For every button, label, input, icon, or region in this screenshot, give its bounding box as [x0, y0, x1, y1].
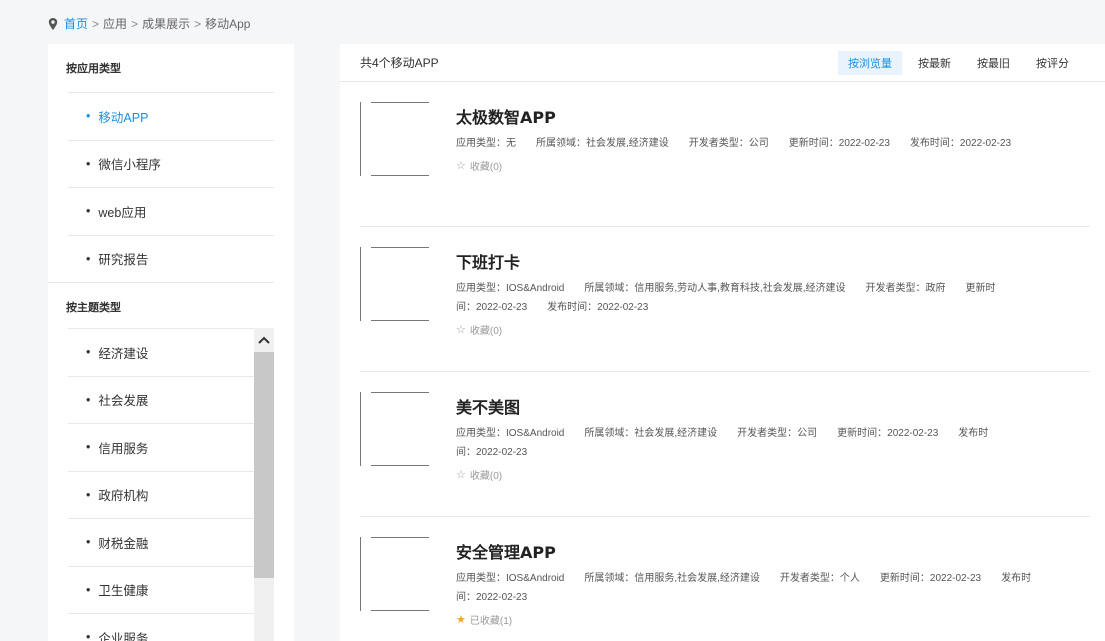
sort-options: 按浏览量 按最新 按最旧 按评分 — [838, 51, 1079, 75]
app-title-link[interactable]: 太极数智APP — [456, 104, 1086, 128]
app-meta-line: 应用类型：IOS&Android 所属领域：信用服务,社会发展,经济建设 开发者… — [456, 573, 1032, 584]
sort-by-rating-button[interactable]: 按评分 — [1026, 51, 1079, 75]
app-meta-line: 应用类型：IOS&Android 所属领域：信用服务,劳动人事,教育科技,社会发… — [456, 283, 996, 294]
favorite-button[interactable]: ☆ 收藏(0) — [456, 158, 1086, 173]
breadcrumb: 首页 > 应用 > 成果展示 > 移动App — [48, 15, 250, 32]
sort-by-views-button[interactable]: 按浏览量 — [838, 51, 902, 75]
breadcrumb-separator: > — [92, 16, 100, 31]
theme-list-scrollbar[interactable] — [254, 328, 274, 641]
bullet: • — [86, 251, 91, 266]
sidebar-item-mini-program[interactable]: • 微信小程序 — [68, 139, 274, 188]
sort-by-newest-button[interactable]: 按最新 — [908, 51, 961, 75]
app-meta-line: 间：2022-02-23 — [456, 447, 528, 458]
list-item: 太极数智APP 应用类型：无 所属领域：社会发展,经济建设 开发者类型：公司 更… — [360, 82, 1090, 227]
sidebar-item-label: 经济建设 — [98, 346, 149, 361]
favorite-button[interactable]: ☆ 收藏(0) — [456, 467, 1086, 482]
app-meta-line: 间：2022-02-23 — [456, 592, 528, 603]
sidebar-item-label: 移动APP — [98, 110, 149, 125]
app-thumbnail[interactable] — [360, 247, 430, 321]
bullet: • — [86, 535, 91, 550]
app-meta-line: 应用类型：无 所属领域：社会发展,经济建设 开发者类型：公司 更新时间：2022… — [456, 138, 1012, 149]
app-meta: 应用类型：IOS&Android 所属领域：信用服务,劳动人事,教育科技,社会发… — [456, 279, 1086, 317]
location-pin-icon — [48, 17, 58, 30]
sidebar-item-label: 企业服务 — [98, 631, 149, 641]
breadcrumb-item-current: 移动App — [205, 17, 251, 31]
sidebar-item-label: 微信小程序 — [98, 158, 161, 173]
app-meta: 应用类型：IOS&Android 所属领域：信用服务,社会发展,经济建设 开发者… — [456, 569, 1086, 607]
app-thumbnail[interactable] — [360, 102, 430, 176]
star-icon: ☆ — [456, 324, 466, 336]
sidebar-item-economy[interactable]: • 经济建设 — [68, 328, 254, 376]
sidebar-item-label: 社会发展 — [98, 394, 149, 409]
breadcrumb-item-apps[interactable]: 应用 — [103, 15, 127, 32]
sidebar-item-credit[interactable]: • 信用服务 — [68, 423, 254, 471]
app-type-heading: 按应用类型 — [66, 63, 121, 75]
sidebar-item-government[interactable]: • 政府机构 — [68, 470, 254, 519]
bullet: • — [86, 440, 91, 455]
sidebar-item-research-report[interactable]: • 研究报告 — [68, 234, 274, 283]
scrollbar-thumb[interactable] — [254, 352, 274, 578]
app-info: 美不美图 应用类型：IOS&Android 所属领域：社会发展,经济建设 开发者… — [456, 394, 1086, 482]
app-thumbnail[interactable] — [360, 392, 430, 466]
sidebar-item-label: 信用服务 — [98, 441, 149, 456]
favorite-label: 收藏(0) — [469, 326, 503, 337]
breadcrumb-separator: > — [194, 16, 202, 31]
favorite-button[interactable]: ★ 已收藏(1) — [456, 612, 1086, 627]
list-item: 美不美图 应用类型：IOS&Android 所属领域：社会发展,经济建设 开发者… — [360, 372, 1090, 517]
app-title-link[interactable]: 美不美图 — [456, 394, 1086, 418]
favorite-label: 已收藏(1) — [469, 616, 513, 627]
app-meta-line: 间：2022-02-23 发布时间：2022-02-23 — [456, 302, 649, 313]
bullet: • — [86, 582, 91, 597]
app-meta: 应用类型：IOS&Android 所属领域：社会发展,经济建设 开发者类型：公司… — [456, 424, 1086, 462]
sort-by-oldest-button[interactable]: 按最旧 — [967, 51, 1020, 75]
app-meta: 应用类型：无 所属领域：社会发展,经济建设 开发者类型：公司 更新时间：2022… — [456, 134, 1086, 153]
favorite-button[interactable]: ☆ 收藏(0) — [456, 322, 1086, 337]
scroll-up-button[interactable] — [254, 328, 274, 352]
breadcrumb-home-link[interactable]: 首页 — [64, 15, 88, 32]
app-title-link[interactable]: 下班打卡 — [456, 249, 1086, 273]
sidebar-item-enterprise[interactable]: • 企业服务 — [68, 613, 254, 641]
bullet: • — [86, 630, 91, 641]
bullet: • — [86, 392, 91, 407]
bullet: • — [86, 204, 91, 219]
bullet: • — [86, 345, 91, 360]
sidebar-item-label: 政府机构 — [98, 489, 149, 504]
app-list-panel: 共4个移动APP 按浏览量 按最新 按最旧 按评分 太极数智APP 应用类型：无… — [340, 44, 1105, 641]
list-item: 下班打卡 应用类型：IOS&Android 所属领域：信用服务,劳动人事,教育科… — [360, 227, 1090, 372]
bullet: • — [86, 156, 91, 171]
category-sidebar: 按应用类型 • 移动APP • 微信小程序 • web应用 • 研究报告 按主题… — [48, 44, 294, 641]
favorite-label: 收藏(0) — [469, 471, 503, 482]
bullet: • — [86, 109, 91, 124]
app-meta-line: 应用类型：IOS&Android 所属领域：社会发展,经济建设 开发者类型：公司… — [456, 428, 989, 439]
sidebar-item-label: 财税金融 — [98, 536, 149, 551]
list-toolbar: 共4个移动APP 按浏览量 按最新 按最旧 按评分 — [340, 44, 1105, 82]
app-info: 太极数智APP 应用类型：无 所属领域：社会发展,经济建设 开发者类型：公司 更… — [456, 104, 1086, 173]
app-thumbnail[interactable] — [360, 537, 430, 611]
theme-type-heading: 按主题类型 — [48, 282, 274, 330]
breadcrumb-item-showcase[interactable]: 成果展示 — [142, 15, 190, 32]
sidebar-item-mobile-app[interactable]: • 移动APP — [68, 92, 274, 140]
star-icon: ☆ — [456, 160, 466, 172]
sidebar-item-health[interactable]: • 卫生健康 — [68, 565, 254, 614]
breadcrumb-separator: > — [131, 16, 139, 31]
favorite-label: 收藏(0) — [469, 162, 503, 173]
app-info: 下班打卡 应用类型：IOS&Android 所属领域：信用服务,劳动人事,教育科… — [456, 249, 1086, 337]
chevron-up-icon — [258, 336, 270, 344]
sidebar-item-society[interactable]: • 社会发展 — [68, 375, 254, 424]
result-count: 共4个移动APP — [360, 56, 439, 70]
sidebar-item-web-app[interactable]: • web应用 — [68, 187, 274, 235]
star-filled-icon: ★ — [456, 614, 466, 626]
list-item: 安全管理APP 应用类型：IOS&Android 所属领域：信用服务,社会发展,… — [360, 517, 1090, 641]
sidebar-item-label: web应用 — [98, 205, 147, 220]
app-title-link[interactable]: 安全管理APP — [456, 539, 1086, 563]
sidebar-item-label: 卫生健康 — [98, 584, 149, 599]
sidebar-item-finance[interactable]: • 财税金融 — [68, 518, 254, 566]
sidebar-item-label: 研究报告 — [98, 253, 149, 268]
bullet: • — [86, 487, 91, 502]
app-info: 安全管理APP 应用类型：IOS&Android 所属领域：信用服务,社会发展,… — [456, 539, 1086, 627]
star-icon: ☆ — [456, 469, 466, 481]
